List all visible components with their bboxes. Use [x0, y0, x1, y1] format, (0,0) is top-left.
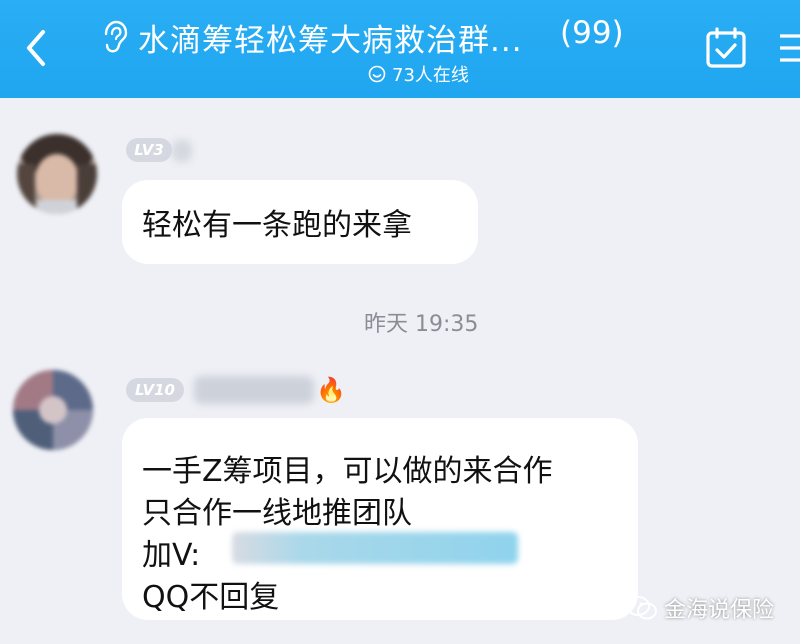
online-status: 73人在线	[368, 61, 469, 87]
chevron-left-icon	[27, 30, 45, 66]
message-line: 一手Z筹项目，可以做的来合作	[142, 454, 553, 489]
sender-name-redacted	[194, 376, 314, 404]
message-timestamp: 昨天 19:35	[364, 312, 479, 337]
avatar[interactable]	[13, 370, 93, 450]
smile-icon	[368, 65, 386, 83]
sender-name-redacted	[172, 140, 192, 162]
menu-icon[interactable]	[776, 32, 800, 66]
avatar[interactable]	[17, 134, 97, 214]
watermark: 金海说保险	[626, 592, 774, 624]
level-badge: LV10	[126, 378, 184, 402]
message-text: 轻松有一条跑的来拿	[142, 208, 412, 243]
fire-icon: 🔥	[316, 376, 346, 404]
ear-icon	[104, 20, 128, 53]
message-line: 只合作一线地推团队	[142, 496, 412, 531]
message-line: QQ不回复	[142, 580, 280, 615]
contact-redacted	[232, 532, 518, 564]
avatar-image	[17, 134, 97, 214]
calendar-check-icon[interactable]	[704, 26, 748, 70]
level-badge: LV3	[126, 138, 172, 162]
watermark-text: 金海说保险	[664, 598, 775, 623]
member-count: (99)	[560, 15, 624, 51]
back-button[interactable]	[16, 24, 56, 72]
avatar-image	[13, 370, 93, 450]
message-bubble[interactable]: 轻松有一条跑的来拿	[122, 180, 478, 264]
message-bubble[interactable]: 一手Z筹项目，可以做的来合作 只合作一线地推团队 加V: QQ不回复	[122, 418, 638, 620]
group-title[interactable]: 水滴筹轻松筹大病救治群...	[138, 15, 523, 60]
message-line: 加V:	[142, 538, 201, 573]
online-count-text: 73人在线	[392, 65, 469, 86]
wechat-icon	[626, 596, 657, 620]
chat-header: 水滴筹轻松筹大病救治群... (99) 73人在线	[0, 0, 800, 98]
